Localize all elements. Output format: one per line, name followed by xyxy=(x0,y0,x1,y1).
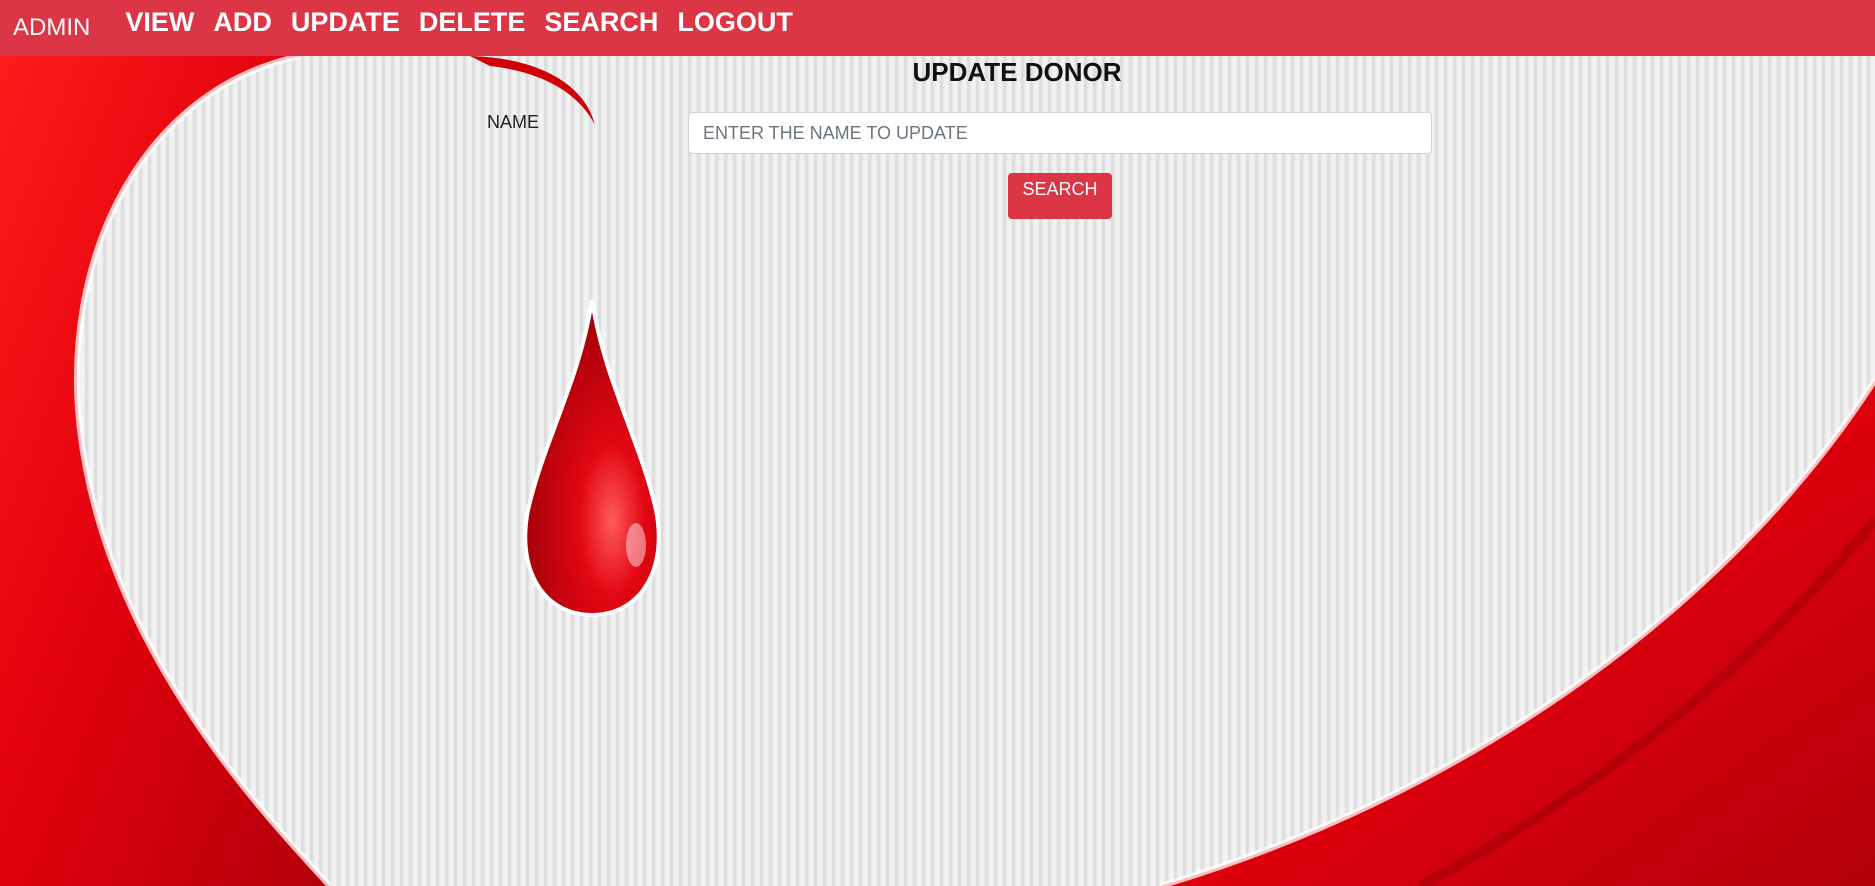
name-label: NAME xyxy=(487,112,540,132)
name-input[interactable] xyxy=(688,112,1432,154)
nav-search[interactable]: SEARCH xyxy=(544,7,658,38)
update-donor-form: UPDATE DONOR NAME SEARCH xyxy=(0,56,1875,886)
nav-view[interactable]: VIEW xyxy=(125,7,194,38)
nav-delete[interactable]: DELETE xyxy=(419,7,526,38)
nav-update[interactable]: UPDATE xyxy=(291,7,400,38)
nav-logout[interactable]: LOGOUT xyxy=(677,7,793,38)
page-title: UPDATE DONOR xyxy=(912,57,1122,87)
search-button[interactable]: SEARCH xyxy=(1008,173,1112,219)
nav-add[interactable]: ADD xyxy=(213,7,272,38)
brand-admin[interactable]: ADMIN xyxy=(13,14,90,42)
top-navbar: ADMIN VIEW ADD UPDATE DELETE SEARCH LOGO… xyxy=(0,0,1875,56)
